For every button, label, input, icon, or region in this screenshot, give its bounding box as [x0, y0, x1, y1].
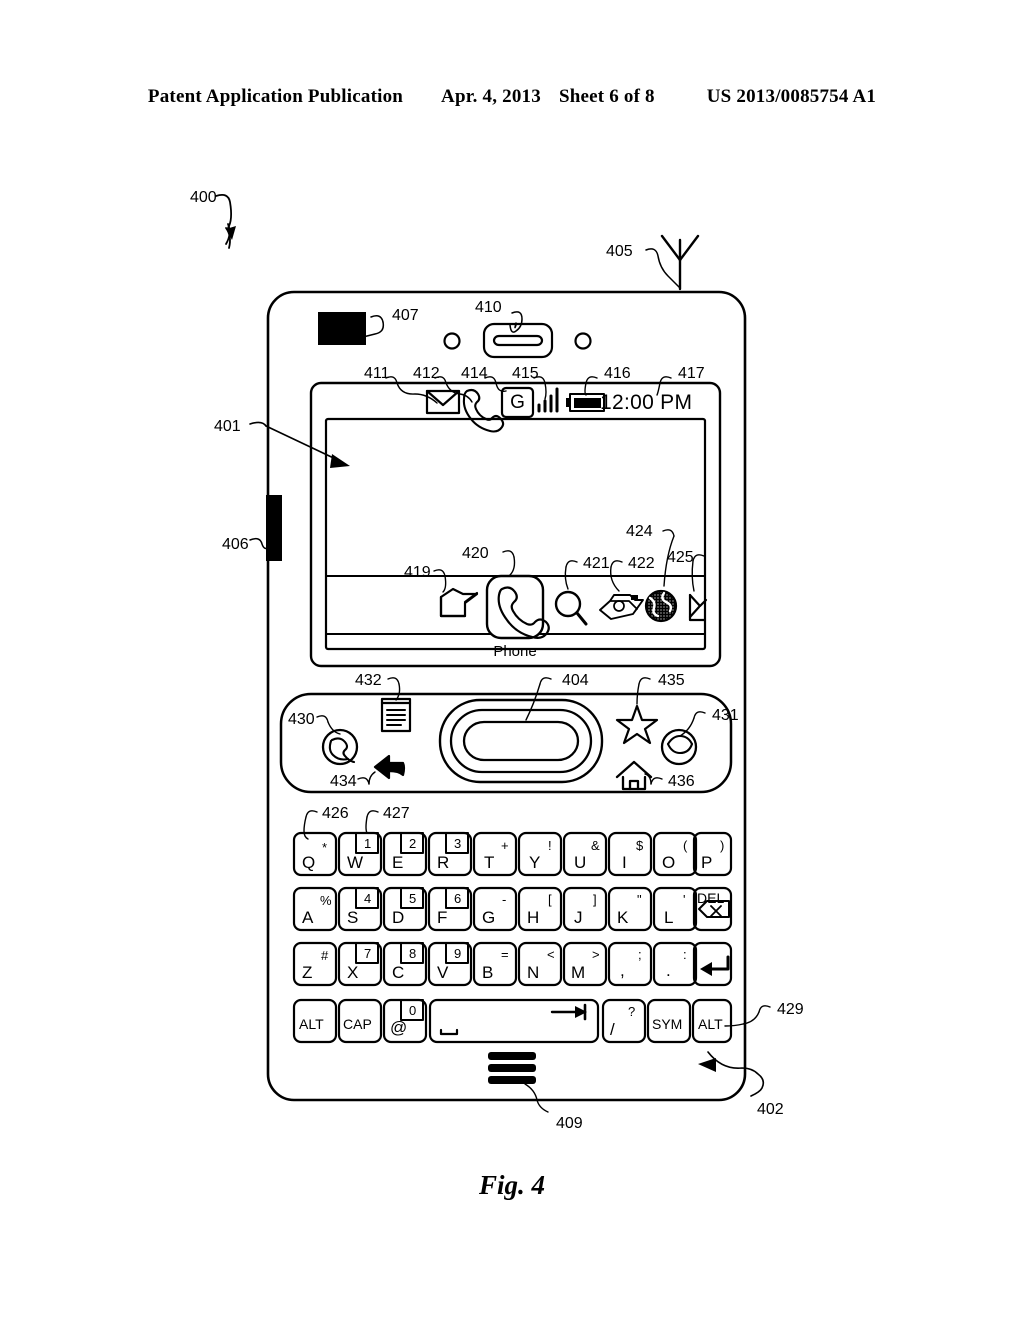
reference-number-414: 414	[461, 365, 488, 382]
reference-number-409: 409	[556, 1115, 583, 1132]
key-d-num: 5	[409, 891, 417, 906]
key-e-num: 2	[409, 836, 417, 851]
key-m-alt: >	[592, 947, 600, 962]
key-sym-label[interactable]: SYM	[652, 1017, 682, 1031]
key-w-num: 1	[364, 836, 372, 851]
key-s-num: 4	[364, 891, 372, 906]
key-r-num: 3	[454, 836, 462, 851]
reference-number-434: 434	[330, 773, 357, 790]
reference-number-416: 416	[604, 365, 631, 382]
reference-number-411: 411	[364, 365, 390, 382]
key-h-main[interactable]: H	[527, 909, 539, 926]
key-y-main[interactable]: Y	[529, 854, 540, 871]
key-u-alt: &	[591, 838, 600, 853]
key-l-main[interactable]: L	[664, 909, 673, 926]
key-e-main[interactable]: E	[392, 854, 403, 871]
key-g-main[interactable]: G	[482, 909, 495, 926]
key-w-main[interactable]: W	[347, 854, 363, 871]
key-x-num: 7	[364, 946, 372, 961]
key-p-alt: )	[720, 838, 725, 853]
key-cap-label[interactable]: CAP	[343, 1017, 372, 1031]
reference-number-432: 432	[355, 672, 382, 689]
patent-figure-drawing	[215, 193, 771, 1113]
key-g-alt: -	[502, 892, 507, 907]
key-alt-left-label[interactable]: ALT	[299, 1017, 324, 1031]
network-g-label: G	[510, 392, 525, 413]
key-period-alt: :	[683, 947, 687, 962]
reference-number-435: 435	[658, 672, 685, 689]
reference-number-410: 410	[475, 299, 502, 316]
key-k-main[interactable]: K	[617, 909, 628, 926]
key-b-alt: =	[501, 947, 509, 962]
key-comma-alt: ;	[638, 947, 642, 962]
reference-number-429: 429	[777, 1001, 804, 1018]
reference-number-425: 425	[667, 549, 694, 566]
reference-number-401: 401	[214, 418, 241, 435]
reference-number-430: 430	[288, 711, 315, 728]
reference-number-404: 404	[562, 672, 589, 689]
key-t-main[interactable]: T	[484, 854, 494, 871]
key-at-num: 0	[409, 1003, 417, 1018]
reference-number-431: 431	[712, 707, 739, 724]
key-a-alt: %	[320, 893, 332, 908]
reference-number-400: 400	[190, 189, 217, 206]
key-z-alt: #	[321, 948, 329, 963]
reference-number-417: 417	[678, 365, 705, 382]
reference-number-407: 407	[392, 307, 419, 324]
reference-number-422: 422	[628, 555, 655, 572]
reference-number-419: 419	[404, 564, 431, 581]
key-b-main[interactable]: B	[482, 964, 493, 981]
key-c-main[interactable]: C	[392, 964, 404, 981]
key-o-main[interactable]: O	[662, 854, 675, 871]
key-n-main[interactable]: N	[527, 964, 539, 981]
key-l-alt: '	[683, 892, 686, 907]
key-i-main[interactable]: I	[622, 854, 627, 871]
key-at-main[interactable]: @	[390, 1019, 407, 1036]
reference-number-426: 426	[322, 805, 349, 822]
key-slash-main[interactable]: /	[610, 1021, 615, 1038]
key-i-alt: $	[636, 838, 644, 853]
key-h-alt: [	[548, 892, 552, 907]
key-d-main[interactable]: D	[392, 909, 404, 926]
key-k-alt: "	[637, 892, 642, 907]
key-j-alt: ]	[593, 892, 597, 907]
key-del-label[interactable]: DEL	[697, 891, 724, 905]
key-s-main[interactable]: S	[347, 909, 358, 926]
reference-number-405: 405	[606, 243, 633, 260]
reference-number-421: 421	[583, 555, 610, 572]
key-period-main[interactable]: .	[666, 962, 671, 979]
reference-number-436: 436	[668, 773, 695, 790]
key-m-main[interactable]: M	[571, 964, 585, 981]
key-n-alt: <	[547, 947, 555, 962]
key-a-main[interactable]: A	[302, 909, 313, 926]
reference-number-406: 406	[222, 536, 249, 553]
reference-number-427: 427	[383, 805, 410, 822]
key-comma-main[interactable]: ,	[620, 962, 625, 979]
key-q-main[interactable]: Q	[302, 854, 315, 871]
key-v-num: 9	[454, 946, 462, 961]
key-f-main[interactable]: F	[437, 909, 447, 926]
reference-number-415: 415	[512, 365, 539, 382]
key-v-main[interactable]: V	[437, 964, 448, 981]
reference-number-402: 402	[757, 1101, 784, 1118]
dock-selected-label: Phone	[493, 643, 537, 660]
key-o-alt: (	[683, 838, 688, 853]
key-c-num: 8	[409, 946, 417, 961]
status-clock: 12:00 PM	[600, 391, 693, 414]
key-q-alt: *	[322, 840, 328, 855]
key-r-main[interactable]: R	[437, 854, 449, 871]
key-u-main[interactable]: U	[574, 854, 586, 871]
reference-number-420: 420	[462, 545, 489, 562]
key-z-main[interactable]: Z	[302, 964, 312, 981]
key-f-num: 6	[454, 891, 462, 906]
key-alt-right-label[interactable]: ALT	[698, 1017, 723, 1031]
key-t-alt: +	[501, 838, 509, 853]
key-slash-alt: ?	[628, 1004, 636, 1019]
reference-number-424: 424	[626, 523, 653, 540]
reference-number-412: 412	[413, 365, 440, 382]
key-x-main[interactable]: X	[347, 964, 358, 981]
key-p-main[interactable]: P	[701, 854, 712, 871]
key-j-main[interactable]: J	[574, 909, 583, 926]
key-y-alt: !	[548, 838, 552, 853]
